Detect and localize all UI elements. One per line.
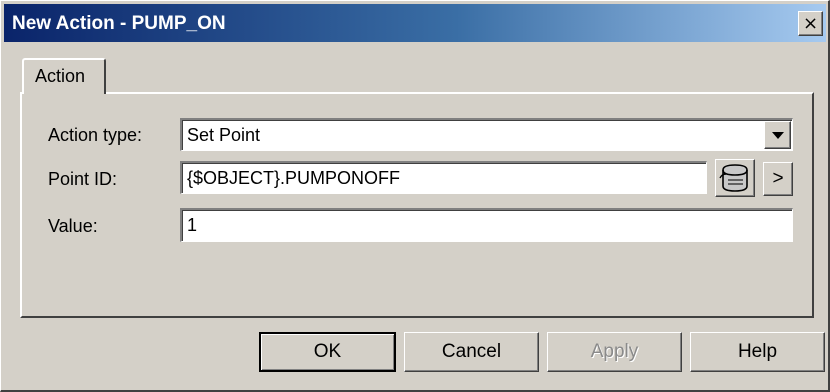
value-field[interactable]: 1 <box>180 208 793 242</box>
point-id-label: Point ID: <box>48 169 118 189</box>
tab-action-label: Action <box>35 66 86 86</box>
apply-button[interactable]: Apply <box>547 332 682 372</box>
point-browser-button[interactable] <box>715 159 755 197</box>
point-browser-icon <box>719 164 748 192</box>
point-id-value: {$OBJECT}.PUMPONOFF <box>187 168 401 188</box>
value-field-text: 1 <box>187 215 198 235</box>
dialog-window: New Action - PUMP_ON × Action Action typ… <box>0 0 830 392</box>
value-label: Value: <box>48 216 98 236</box>
action-type-dropdown-button[interactable] <box>764 121 791 149</box>
point-id-more-button[interactable]: > <box>763 162 793 196</box>
action-type-select[interactable]: Set Point <box>180 118 793 151</box>
ok-button[interactable]: OK <box>259 332 396 372</box>
chevron-down-icon <box>772 132 784 139</box>
action-type-label: Action type: <box>48 125 143 145</box>
close-icon: × <box>802 12 819 34</box>
tab-action[interactable]: Action <box>22 58 106 94</box>
chevron-right-icon: > <box>772 168 784 189</box>
action-type-value: Set Point <box>187 125 261 145</box>
cancel-button[interactable]: Cancel <box>404 332 539 372</box>
window-title: New Action - PUMP_ON <box>12 13 226 34</box>
close-button[interactable]: × <box>798 11 823 36</box>
help-button[interactable]: Help <box>690 332 825 372</box>
title-bar[interactable]: New Action - PUMP_ON × <box>4 4 826 42</box>
point-id-field[interactable]: {$OBJECT}.PUMPONOFF <box>180 161 707 194</box>
